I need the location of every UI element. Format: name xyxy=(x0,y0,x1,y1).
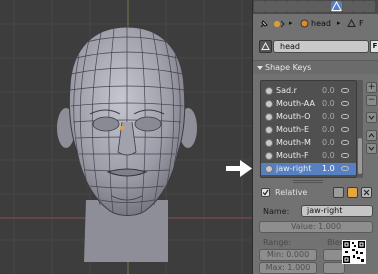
eye-icon[interactable] xyxy=(341,140,349,145)
viewport-canvas[interactable] xyxy=(0,0,252,274)
list-item[interactable]: Mouth-E 0.0 xyxy=(261,124,356,136)
remove-shape-key-button[interactable]: − xyxy=(366,95,377,106)
shape-key-value-slider[interactable]: Value: 1.000 xyxy=(259,221,373,233)
list-item[interactable]: Mouth-M 0.0 xyxy=(261,137,356,149)
fake-user-button[interactable]: F xyxy=(370,40,378,53)
relative-row: Relative xyxy=(253,186,378,200)
scene-icon[interactable] xyxy=(276,1,287,12)
shape-key-value[interactable]: 0.0 xyxy=(322,151,335,160)
relative-checkbox[interactable] xyxy=(261,188,270,197)
range-label: Range: xyxy=(263,238,292,247)
eye-icon[interactable] xyxy=(341,166,349,171)
move-up-button[interactable] xyxy=(366,130,377,141)
properties-tab-bar xyxy=(253,0,378,14)
scrollbar-thumb[interactable] xyxy=(358,138,362,174)
list-scrollbar[interactable] xyxy=(357,80,363,178)
data-icon[interactable] xyxy=(331,1,342,12)
mesh-browse-icon[interactable] xyxy=(259,40,272,53)
arrow-right-icon xyxy=(226,160,252,177)
shape-key-value[interactable]: 0.0 xyxy=(322,99,335,108)
shape-key-icon xyxy=(265,126,273,134)
list-item[interactable]: Sad.r 0.0 xyxy=(261,85,356,97)
shape-key-name-field[interactable]: jaw-right xyxy=(301,205,373,217)
checkmark-icon xyxy=(262,189,269,196)
shape-key-name: jaw-right xyxy=(276,164,312,173)
list-item[interactable]: Mouth-AA 0.0 xyxy=(261,98,356,110)
mesh-datablock-row: head F xyxy=(253,38,378,54)
shape-key-name: Mouth-O xyxy=(276,112,311,121)
object-icon[interactable] xyxy=(298,1,309,12)
breadcrumb: ▸ head ▸ F xyxy=(253,14,378,34)
properties-panel: ▸ head ▸ F head F Shape Keys Sad.r 0.0 M… xyxy=(252,0,378,274)
shape-key-icon xyxy=(265,87,273,95)
breadcrumb-separator: ▸ xyxy=(289,19,293,27)
shape-key-name: Mouth-F xyxy=(276,151,309,160)
3d-viewport[interactable] xyxy=(0,0,252,274)
head-mesh xyxy=(57,26,197,262)
chevron-down-icon xyxy=(368,115,375,120)
shape-key-value[interactable]: 0.0 xyxy=(322,112,335,121)
eye-icon[interactable] xyxy=(341,114,349,119)
shape-key-list[interactable]: Sad.r 0.0 Mouth-AA 0.0 Mouth-O 0.0 Mouth… xyxy=(260,80,357,178)
shape-keys-panel-header[interactable]: Shape Keys xyxy=(253,60,378,74)
list-item[interactable]: Mouth-O 0.0 xyxy=(261,111,356,123)
shape-keys-title: Shape Keys xyxy=(265,63,312,72)
shape-key-value[interactable]: 0.0 xyxy=(322,86,335,95)
edit-mode-shape-icon[interactable] xyxy=(347,187,358,198)
shape-key-name: Mouth-M xyxy=(276,138,311,147)
object-data-icon xyxy=(274,20,285,28)
shape-key-lock-icon[interactable] xyxy=(333,187,344,198)
shape-key-icon xyxy=(265,152,273,160)
move-down-button[interactable] xyxy=(366,143,377,154)
mesh-name-field[interactable]: head xyxy=(273,40,369,53)
world-icon[interactable] xyxy=(287,1,298,12)
camera-icon[interactable] xyxy=(265,1,276,12)
shape-key-icon xyxy=(265,113,273,121)
shape-key-icon xyxy=(265,100,273,108)
list-resize-grip[interactable] xyxy=(293,179,323,185)
particles-icon[interactable] xyxy=(364,1,375,12)
render-icon[interactable] xyxy=(254,1,265,12)
shape-key-name: Mouth-E xyxy=(276,125,310,134)
eye-icon[interactable] xyxy=(341,127,349,132)
eye-icon[interactable] xyxy=(341,88,349,93)
object-icon xyxy=(300,19,309,28)
qr-code-image xyxy=(342,240,366,264)
shape-key-icon xyxy=(265,139,273,147)
shape-key-value[interactable]: 0.0 xyxy=(322,125,335,134)
arrow-up-icon xyxy=(368,133,375,138)
texture-icon[interactable] xyxy=(353,1,364,12)
name-label: Name: xyxy=(263,207,290,216)
breadcrumb-object: head xyxy=(311,19,331,28)
mesh-icon xyxy=(347,19,356,27)
add-shape-key-button[interactable]: + xyxy=(366,82,377,93)
clear-weights-icon[interactable] xyxy=(361,187,372,198)
shape-key-specials-button[interactable] xyxy=(366,112,377,123)
eye-icon[interactable] xyxy=(341,101,349,106)
list-item-selected[interactable]: jaw-right 1.0 xyxy=(261,163,356,175)
close-icon xyxy=(363,189,370,196)
shape-key-value[interactable]: 0.0 xyxy=(322,138,335,147)
shape-key-icon xyxy=(265,165,273,173)
eye-icon[interactable] xyxy=(341,153,349,158)
arrow-down-icon xyxy=(368,146,375,151)
material-icon[interactable] xyxy=(342,1,353,12)
pin-icon[interactable] xyxy=(259,19,269,29)
breadcrumb-separator: ▸ xyxy=(337,19,341,27)
shape-key-name: Sad.r xyxy=(276,86,297,95)
collapse-triangle-icon[interactable] xyxy=(257,66,263,70)
breadcrumb-mesh: F xyxy=(359,19,364,28)
range-max-field[interactable]: Max: 1.000 xyxy=(259,262,317,274)
shape-key-name: Mouth-AA xyxy=(276,99,315,108)
shape-key-value[interactable]: 1.0 xyxy=(322,164,335,173)
list-item[interactable]: Mouth-F 0.0 xyxy=(261,150,356,162)
modifier-icon[interactable] xyxy=(320,1,331,12)
relative-label: Relative xyxy=(275,188,308,197)
constraint-icon[interactable] xyxy=(309,1,320,12)
range-min-field[interactable]: Min: 0.000 xyxy=(259,249,317,261)
